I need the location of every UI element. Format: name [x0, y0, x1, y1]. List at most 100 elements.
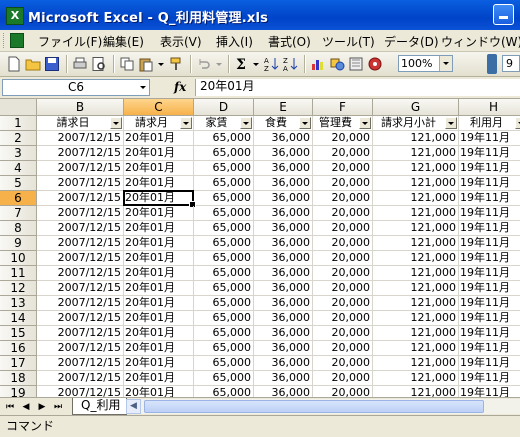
table-cell[interactable]: 20,000	[313, 311, 373, 326]
table-cell[interactable]: 19年11月	[459, 161, 520, 176]
table-cell[interactable]: 36,000	[254, 251, 313, 266]
table-cell[interactable]: 2007/12/15	[37, 251, 124, 266]
table-cell[interactable]: 19年11月	[459, 146, 520, 161]
table-cell[interactable]: 121,000	[373, 191, 459, 206]
row-header[interactable]: 4	[0, 161, 37, 176]
first-sheet-icon[interactable]: ⏮	[4, 401, 16, 413]
column-header-f[interactable]: F	[313, 99, 373, 116]
menu-file[interactable]: ファイル(F)	[38, 33, 102, 50]
table-cell[interactable]: 36,000	[254, 131, 313, 146]
table-cell[interactable]: 65,000	[194, 176, 254, 191]
table-cell[interactable]: 19年11月	[459, 266, 520, 281]
sort-descending-icon[interactable]: ZA	[282, 56, 298, 72]
table-cell[interactable]: 36,000	[254, 296, 313, 311]
row-header[interactable]: 10	[0, 251, 37, 266]
table-cell[interactable]: 121,000	[373, 176, 459, 191]
table-cell[interactable]: 19年11月	[459, 236, 520, 251]
table-cell[interactable]: 20年01月	[124, 176, 194, 191]
menu-window[interactable]: ウィンドウ(W)	[441, 33, 520, 50]
table-cell[interactable]: 65,000	[194, 191, 254, 206]
table-cell[interactable]: 20,000	[313, 176, 373, 191]
autofilter-dropdown-icon[interactable]	[180, 117, 192, 129]
table-cell[interactable]: 20,000	[313, 191, 373, 206]
table-cell[interactable]: 2007/12/15	[37, 356, 124, 371]
table-cell[interactable]: 20年01月	[124, 251, 194, 266]
table-cell[interactable]: 65,000	[194, 146, 254, 161]
table-cell[interactable]: 36,000	[254, 326, 313, 341]
autofilter-dropdown-icon[interactable]	[359, 117, 371, 129]
table-cell[interactable]: 65,000	[194, 281, 254, 296]
table-header-cell[interactable]: 請求月	[124, 116, 194, 131]
table-cell[interactable]: 121,000	[373, 236, 459, 251]
row-header[interactable]: 5	[0, 176, 37, 191]
select-all-corner[interactable]	[0, 99, 37, 116]
table-cell[interactable]: 36,000	[254, 176, 313, 191]
table-cell[interactable]: 19年11月	[459, 371, 520, 386]
horizontal-scrollbar[interactable]: ◀	[126, 399, 520, 414]
table-cell[interactable]: 20年01月	[124, 296, 194, 311]
worksheet-grid[interactable]: B C D E F G H 1 請求日 請求月 家賃 食費 管理費 請求月小計 利用月 2 2007/12/15…	[0, 99, 520, 397]
undo-icon[interactable]	[196, 56, 212, 72]
table-cell[interactable]: 2007/12/15	[37, 161, 124, 176]
table-cell[interactable]: 20年01月	[124, 386, 194, 397]
table-cell[interactable]: 20,000	[313, 266, 373, 281]
table-cell[interactable]: 121,000	[373, 266, 459, 281]
table-cell[interactable]: 20,000	[313, 281, 373, 296]
font-size-field[interactable]: 9	[502, 55, 520, 72]
table-cell[interactable]: 65,000	[194, 341, 254, 356]
menu-tools[interactable]: ツール(T)	[322, 33, 375, 50]
table-cell[interactable]: 36,000	[254, 281, 313, 296]
table-cell[interactable]: 20年01月	[124, 221, 194, 236]
row-header[interactable]: 17	[0, 356, 37, 371]
table-cell[interactable]: 19年11月	[459, 176, 520, 191]
table-cell[interactable]: 2007/12/15	[37, 311, 124, 326]
table-cell[interactable]: 65,000	[194, 251, 254, 266]
table-header-cell[interactable]: 請求日	[37, 116, 124, 131]
table-cell[interactable]: 19年11月	[459, 386, 520, 397]
table-cell[interactable]: 36,000	[254, 341, 313, 356]
table-cell[interactable]: 2007/12/15	[37, 146, 124, 161]
table-cell[interactable]: 65,000	[194, 236, 254, 251]
autofilter-dropdown-icon[interactable]	[110, 117, 122, 129]
table-cell[interactable]: 2007/12/15	[37, 176, 124, 191]
table-cell[interactable]: 65,000	[194, 356, 254, 371]
table-cell[interactable]: 20年01月	[124, 206, 194, 221]
table-cell[interactable]: 65,000	[194, 386, 254, 397]
table-cell[interactable]: 2007/12/15	[37, 266, 124, 281]
new-icon[interactable]	[6, 56, 22, 72]
zoom-icon[interactable]	[348, 56, 364, 72]
table-cell[interactable]: 20,000	[313, 221, 373, 236]
table-cell[interactable]: 19年11月	[459, 251, 520, 266]
table-cell[interactable]: 65,000	[194, 131, 254, 146]
row-header[interactable]: 8	[0, 221, 37, 236]
table-cell[interactable]: 36,000	[254, 311, 313, 326]
table-cell[interactable]: 121,000	[373, 281, 459, 296]
table-cell[interactable]: 20年01月	[124, 356, 194, 371]
table-cell[interactable]: 121,000	[373, 161, 459, 176]
table-cell[interactable]: 19年11月	[459, 296, 520, 311]
menu-format[interactable]: 書式(O)	[268, 33, 311, 50]
row-header[interactable]: 1	[0, 116, 37, 131]
table-cell[interactable]: 121,000	[373, 251, 459, 266]
minimize-button[interactable]	[493, 4, 514, 25]
menu-data[interactable]: データ(D)	[384, 33, 439, 50]
chevron-down-icon[interactable]	[439, 56, 452, 71]
column-header-e[interactable]: E	[254, 99, 313, 116]
table-cell[interactable]: 20,000	[313, 131, 373, 146]
table-cell[interactable]: 121,000	[373, 356, 459, 371]
table-cell[interactable]: 20年01月	[124, 161, 194, 176]
column-header-c[interactable]: C	[124, 99, 194, 116]
table-cell[interactable]: 2007/12/15	[37, 221, 124, 236]
table-cell[interactable]: 20,000	[313, 236, 373, 251]
table-cell[interactable]: 2007/12/15	[37, 191, 124, 206]
row-header[interactable]: 14	[0, 311, 37, 326]
help-icon[interactable]	[367, 56, 383, 72]
table-cell[interactable]: 2007/12/15	[37, 206, 124, 221]
table-cell[interactable]: 2007/12/15	[37, 296, 124, 311]
table-header-cell[interactable]: 利用月	[459, 116, 520, 131]
excel-icon[interactable]: X	[6, 7, 24, 25]
table-cell[interactable]: 19年11月	[459, 281, 520, 296]
table-cell[interactable]: 65,000	[194, 326, 254, 341]
autofilter-dropdown-icon[interactable]	[299, 117, 311, 129]
row-header[interactable]: 15	[0, 326, 37, 341]
